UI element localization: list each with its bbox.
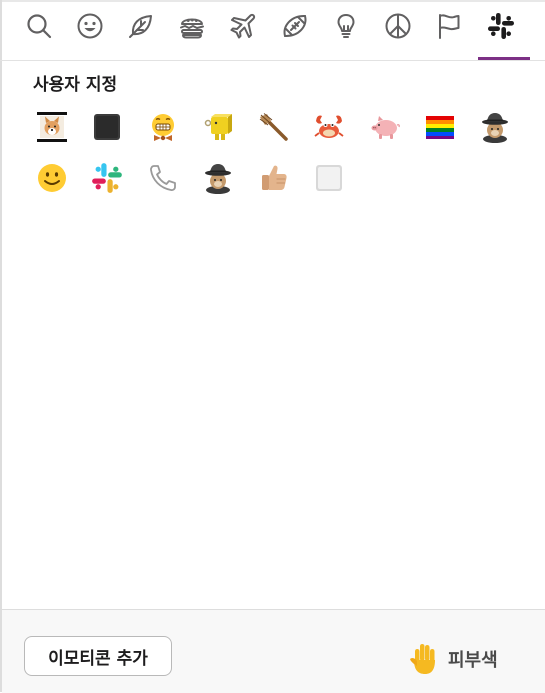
slack-logo-emoji [92, 163, 122, 193]
yellow-block-emoji [204, 114, 232, 140]
emoji-rainbow-flag[interactable] [422, 109, 458, 145]
emoji-crab[interactable] [311, 109, 347, 145]
emoji-slack-logo[interactable] [89, 160, 125, 196]
white-square-emoji [316, 165, 342, 191]
emoji-pig[interactable] [367, 109, 403, 145]
detective-cat-emoji [482, 113, 508, 143]
detective-cat-emoji [205, 164, 231, 194]
search-icon [27, 14, 52, 39]
section-title: 사용자 지정 [33, 75, 118, 95]
selected-tab-indicator [478, 57, 530, 60]
slightly-smiling-emoji [38, 164, 66, 192]
lightbulb-icon [337, 14, 355, 38]
flag-icon [439, 14, 460, 39]
tab-objects[interactable] [326, 6, 366, 46]
raised-hand-icon [410, 644, 435, 674]
tab-travel[interactable] [223, 6, 263, 46]
pig-emoji [371, 116, 400, 139]
emoji-wooden-stick[interactable] [256, 109, 292, 145]
wooden-stick-emoji [259, 113, 288, 141]
tab-symbols[interactable] [378, 6, 418, 46]
add-emoji-button[interactable]: 이모티콘 추가 [24, 636, 172, 676]
grinning-bowtie-emoji [152, 114, 174, 141]
emoji-thumbs-up[interactable] [256, 160, 292, 196]
emoji-detective-cat[interactable] [477, 109, 513, 145]
peace-icon [385, 13, 411, 39]
tab-custom[interactable] [481, 6, 521, 46]
emoji-slightly-smiling[interactable] [34, 160, 70, 196]
skin-tone-button[interactable]: 피부색 [408, 640, 498, 678]
tab-smileys[interactable] [70, 6, 110, 46]
tab-flags[interactable] [429, 6, 469, 46]
tab-food[interactable] [172, 6, 212, 46]
burger-icon [180, 18, 204, 39]
black-square-emoji [94, 114, 120, 140]
emoji-phone-receiver[interactable] [145, 160, 181, 196]
rainbow-flag-emoji [426, 116, 454, 139]
corgi-banner-emoji [37, 112, 67, 142]
tab-nature[interactable] [121, 6, 161, 46]
emoji-category-tabs [0, 0, 545, 61]
emoji-corgi-banner[interactable] [34, 109, 70, 145]
smiley-icon [77, 13, 103, 39]
emoji-grinning-bowtie[interactable] [145, 109, 181, 145]
emoji-detective-cat-2[interactable] [200, 160, 236, 196]
tab-activities[interactable] [275, 6, 315, 46]
slack-icon [488, 13, 514, 39]
window-left-edge [0, 0, 2, 692]
phone-receiver-emoji [150, 165, 176, 191]
emoji-white-square[interactable] [311, 160, 347, 196]
emoji-black-square[interactable] [89, 109, 125, 145]
football-icon [283, 14, 307, 38]
skin-tone-label: 피부색 [448, 650, 498, 671]
emoji-yellow-block[interactable] [200, 109, 236, 145]
airplane-icon [230, 13, 256, 39]
tab-search[interactable] [19, 6, 59, 46]
leaf-icon [129, 15, 152, 38]
crab-emoji [314, 115, 344, 138]
thumbs-up-emoji [262, 165, 287, 190]
